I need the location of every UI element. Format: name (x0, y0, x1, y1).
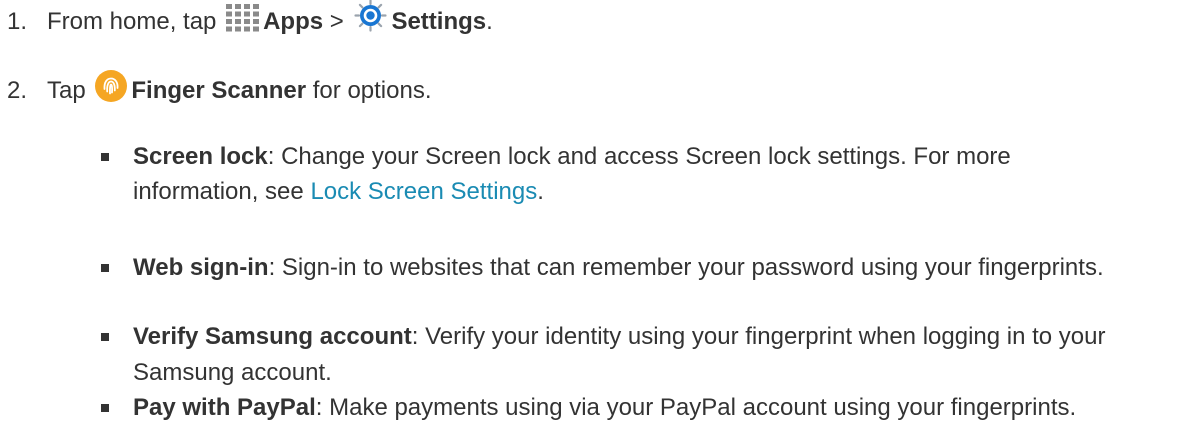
bullet-marker (101, 333, 109, 341)
bullet-marker (101, 264, 109, 272)
list-item-text: Verify Samsung account: Verify your iden… (133, 319, 1184, 391)
list-item-text: Screen lock: Change your Screen lock and… (133, 139, 1184, 175)
list-item-body: . (537, 178, 544, 205)
list-item-title: Verify Samsung account (133, 323, 412, 350)
step-number: 1. (7, 8, 28, 35)
settings-label: Settings (391, 8, 487, 35)
list-item-body: : Make payments using via your PayPal ac… (315, 394, 1077, 421)
step-1-prefix: From home, tap (47, 8, 217, 35)
list-item-body: : Verify your identity using your finger… (411, 323, 1106, 350)
step-1: 1. From home, tap Apps > Settings. (7, 0, 1184, 40)
lock-screen-settings-link[interactable]: Lock Screen Settings (310, 178, 537, 205)
finger-scanner-label: Finger Scanner (131, 77, 307, 104)
list-item-body: Samsung account. (133, 359, 332, 386)
list-item-text: information, see Lock Screen Settings. (133, 174, 1184, 210)
step-2-suffix: for options. (312, 77, 432, 104)
list-item-body: : Change your Screen lock and access Scr… (267, 143, 1011, 170)
bullet-marker (101, 404, 109, 412)
list-item-title: Pay with PayPal (133, 394, 316, 421)
fingerprint-icon (94, 69, 128, 103)
apps-grid-icon (226, 3, 260, 32)
step-2: 2. Tap Finger Scanner for options. (7, 69, 1184, 109)
step-number: 2. (7, 77, 28, 104)
settings-gear-icon (354, 0, 388, 32)
menu-separator: > (329, 8, 344, 35)
list-item-text: Web sign-in: Sign-in to websites that ca… (133, 250, 1184, 286)
list-item-title: Web sign-in (133, 254, 269, 281)
step-1-suffix: . (486, 8, 493, 35)
list-item-text: Pay with PayPal: Make payments using via… (133, 390, 1184, 426)
list-item-title: Screen lock (133, 143, 268, 170)
list-item-body: : Sign-in to websites that can remember … (268, 254, 1104, 281)
step-2-prefix: Tap (47, 77, 86, 104)
apps-label: Apps (263, 8, 324, 35)
list-item-body: information, see (133, 178, 304, 205)
bullet-marker (101, 153, 109, 161)
